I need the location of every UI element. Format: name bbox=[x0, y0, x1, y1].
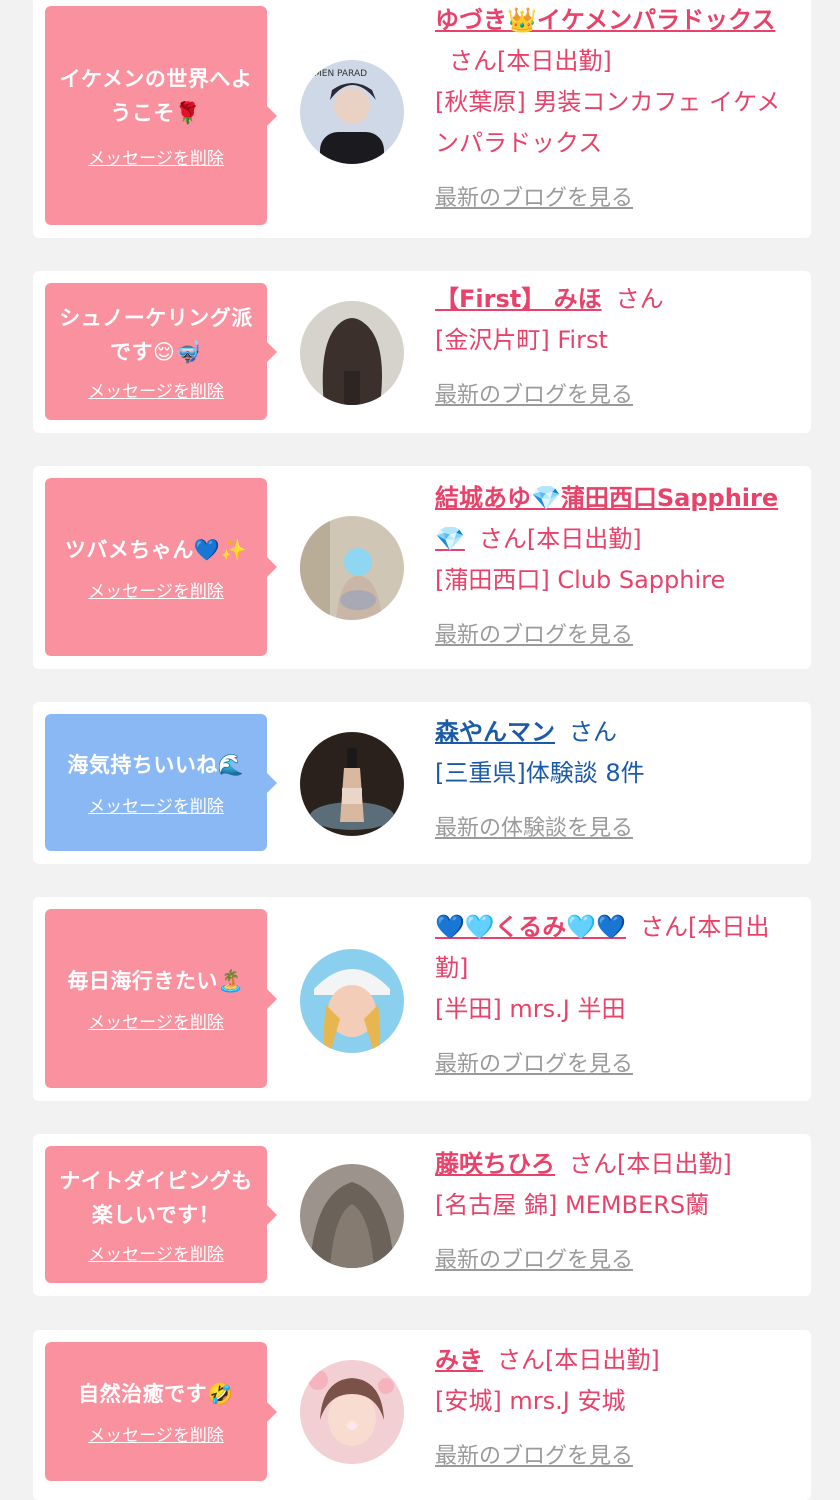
name-suffix: さん[本日出勤] bbox=[478, 525, 642, 553]
shop-name: [安城] mrs.J 安城 bbox=[435, 1387, 626, 1415]
reviewer-name-link[interactable]: 森やんマン bbox=[435, 718, 555, 746]
message-text: 毎日海行きたい🏝️ bbox=[67, 969, 245, 993]
girl-name-link[interactable]: ゆづき👑イケメンパラドックス bbox=[435, 6, 775, 34]
delete-message-link[interactable]: メッセージを削除 bbox=[88, 1008, 224, 1033]
shop-name: [半田] mrs.J 半田 bbox=[435, 995, 626, 1023]
shop-name: [蒲田西口] Club Sapphire bbox=[435, 566, 726, 594]
girl-name-link[interactable]: 藤咲ちひろ bbox=[435, 1150, 555, 1178]
message-bubble: ナイトダイビングも楽しいです！ メッセージを削除 bbox=[45, 1146, 277, 1283]
message-card: シュノーケリング派です😌🤿 メッセージを削除 【First】 みほ さん [金沢片… bbox=[33, 271, 811, 433]
message-bubble: 海気持ちいいね🌊 メッセージを削除 bbox=[45, 714, 277, 851]
blog-link[interactable]: 最新のブログを見る bbox=[435, 1044, 799, 1085]
shop-name: [名古屋 錦] MEMBERS蘭 bbox=[435, 1191, 710, 1219]
girl-name-link[interactable]: みき bbox=[435, 1346, 483, 1374]
delete-message-link[interactable]: メッセージを削除 bbox=[88, 1240, 224, 1265]
blog-link[interactable]: 最新のブログを見る bbox=[435, 178, 799, 219]
message-text: シュノーケリング派です😌🤿 bbox=[59, 306, 253, 364]
avatar[interactable] bbox=[300, 949, 404, 1053]
avatar[interactable]: MEN PARAD bbox=[300, 60, 404, 164]
message-text: ツバメちゃん💙✨ bbox=[64, 537, 248, 562]
message-text: ナイトダイビングも楽しいです！ bbox=[59, 1169, 253, 1227]
avatar[interactable] bbox=[300, 732, 404, 836]
shop-name: [金沢片町] First bbox=[435, 326, 608, 354]
name-suffix: さん[本日出勤] bbox=[569, 1150, 732, 1178]
avatar[interactable] bbox=[300, 1164, 404, 1268]
name-suffix: さん[本日出勤] bbox=[497, 1346, 660, 1374]
message-bubble: 毎日海行きたい🏝️ メッセージを削除 bbox=[45, 909, 277, 1088]
blog-link[interactable]: 最新のブログを見る bbox=[435, 375, 799, 416]
avatar[interactable] bbox=[300, 301, 404, 405]
delete-message-link[interactable]: メッセージを削除 bbox=[88, 144, 224, 169]
shop-name: [秋葉原] 男装コンカフェ イケメンパラドックス bbox=[435, 88, 781, 157]
message-card: 毎日海行きたい🏝️ メッセージを削除 💙🩵くるみ🩵💙 さん[本日出勤] [半田] … bbox=[33, 897, 811, 1101]
message-card: ツバメちゃん💙✨ メッセージを削除 結城あゆ💎蒲田西口Sapphire💎 さん[本… bbox=[33, 466, 811, 669]
avatar[interactable] bbox=[300, 1360, 404, 1464]
message-bubble: シュノーケリング派です😌🤿 メッセージを削除 bbox=[45, 283, 277, 420]
blog-link[interactable]: 最新のブログを見る bbox=[435, 615, 799, 656]
name-suffix: さん[本日出勤] bbox=[449, 47, 612, 75]
name-suffix: さん bbox=[615, 285, 664, 313]
message-card: 海気持ちいいね🌊 メッセージを削除 森やんマン さん [三重県]体験談 8件 最新… bbox=[33, 702, 811, 864]
girl-name-link[interactable]: 【First】 みほ bbox=[435, 285, 602, 313]
avatar-backdrop-text: MEN PARAD bbox=[314, 69, 367, 79]
name-suffix: さん bbox=[569, 718, 617, 746]
message-bubble: ツバメちゃん💙✨ メッセージを削除 bbox=[45, 478, 277, 656]
message-bubble: 自然治癒です🤣 メッセージを削除 bbox=[45, 1342, 277, 1481]
delete-message-link[interactable]: メッセージを削除 bbox=[88, 577, 224, 602]
girl-name-link[interactable]: 💙🩵くるみ🩵💙 bbox=[435, 913, 626, 941]
message-text: 自然治癒です🤣 bbox=[78, 1382, 234, 1406]
review-count: [三重県]体験談 8件 bbox=[435, 759, 645, 787]
message-bubble: イケメンの世界へようこそ🌹 メッセージを削除 bbox=[45, 6, 277, 225]
blog-link[interactable]: 最新のブログを見る bbox=[435, 1240, 799, 1281]
review-link[interactable]: 最新の体験談を見る bbox=[435, 808, 799, 849]
delete-message-link[interactable]: メッセージを削除 bbox=[88, 377, 224, 402]
delete-message-link[interactable]: メッセージを削除 bbox=[88, 1421, 224, 1446]
message-card: ナイトダイビングも楽しいです！ メッセージを削除 藤咲ちひろ さん[本日出勤] [… bbox=[33, 1134, 811, 1296]
message-text: 海気持ちいいね🌊 bbox=[67, 753, 245, 777]
delete-message-link[interactable]: メッセージを削除 bbox=[88, 792, 224, 817]
blog-link[interactable]: 最新のブログを見る bbox=[435, 1436, 799, 1477]
avatar[interactable] bbox=[300, 516, 404, 620]
message-card: 自然治癒です🤣 メッセージを削除 みき さん[本日出勤] [安城] mrs.J 安… bbox=[33, 1330, 811, 1500]
message-text: イケメンの世界へようこそ🌹 bbox=[59, 67, 253, 125]
message-card: イケメンの世界へようこそ🌹 メッセージを削除 MEN PARAD ゆづき👑イケメ… bbox=[33, 0, 811, 238]
